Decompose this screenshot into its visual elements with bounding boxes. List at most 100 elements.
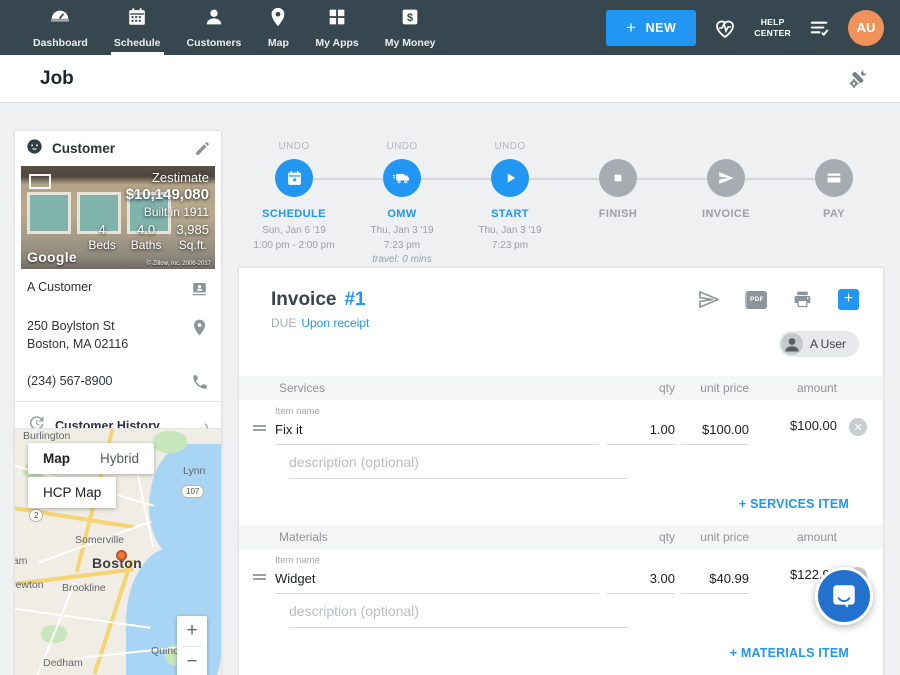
activity-list-icon[interactable] — [808, 16, 831, 39]
undo-omw-button[interactable]: UNDO — [386, 141, 417, 153]
dashboard-icon — [49, 6, 71, 33]
services-section-title: Services — [279, 381, 599, 395]
new-button-label: NEW — [646, 21, 677, 35]
undo-schedule-button[interactable]: UNDO — [278, 141, 309, 153]
material-unit-price-input[interactable] — [681, 568, 749, 594]
add-services-item-link[interactable]: + SERVICES ITEM — [739, 497, 849, 511]
google-watermark: Google — [27, 249, 77, 265]
service-description-input[interactable] — [289, 451, 628, 479]
add-materials-item-link[interactable]: + MATERIALS ITEM — [730, 646, 849, 660]
map-type-map-button[interactable]: Map — [28, 443, 85, 474]
omw-step-button[interactable] — [383, 159, 421, 197]
step-datetime: Thu, Jan 3 '197:23 pm — [478, 224, 541, 253]
assignee-chip[interactable]: A User — [779, 331, 859, 357]
step-label: OMW — [387, 208, 416, 220]
invoice-due-row: DUE Upon receipt — [271, 316, 859, 330]
map-type-control: Map Hybrid — [28, 443, 154, 474]
remove-service-item-icon[interactable]: ✕ — [849, 418, 867, 436]
service-qty-input[interactable] — [607, 419, 675, 445]
zillow-copyright: © Zillow, Inc. 2006-2017 — [147, 261, 211, 267]
undo-start-button[interactable]: UNDO — [494, 141, 525, 153]
timeline-step-start: UNDO START Thu, Jan 3 '197:23 pm — [456, 133, 564, 268]
storefront-window — [27, 192, 71, 234]
map-label: Burlington — [23, 430, 70, 442]
finish-step-button[interactable] — [599, 159, 637, 197]
invoice-step-button[interactable] — [707, 159, 745, 197]
nav-right: + NEW HELP CENTER AU — [606, 0, 900, 55]
map-park — [153, 431, 187, 453]
drag-handle-icon[interactable] — [253, 423, 275, 445]
map-label: Newton — [14, 579, 44, 591]
zoom-in-button[interactable]: + — [177, 616, 207, 646]
schedule-step-button[interactable] — [275, 159, 313, 197]
send-invoice-icon[interactable] — [697, 288, 720, 311]
contact-card-icon[interactable] — [190, 279, 209, 298]
invoice-number[interactable]: #1 — [344, 289, 365, 311]
hcp-map-button[interactable]: HCP Map — [28, 477, 116, 508]
item-name-label: Item name — [275, 555, 599, 566]
map-label: ham — [14, 555, 27, 567]
nav-item-dashboard[interactable]: Dashboard — [20, 0, 101, 55]
nav-items: Dashboard Schedule Customers Map My Apps… — [0, 0, 449, 55]
phone-icon[interactable] — [191, 373, 209, 391]
due-value-link[interactable]: Upon receipt — [301, 316, 369, 330]
add-invoice-button[interactable]: + — [838, 289, 859, 310]
user-avatar[interactable]: AU — [848, 10, 884, 46]
nav-item-customers[interactable]: Customers — [174, 0, 255, 55]
built-year: Built in 1911 — [88, 205, 209, 219]
new-button[interactable]: + NEW — [606, 10, 696, 46]
start-step-button[interactable] — [491, 159, 529, 197]
chat-launcher-button[interactable] — [815, 567, 873, 625]
amount-column-header: amount — [755, 381, 837, 395]
zoom-out-button[interactable]: − — [177, 647, 207, 675]
nav-item-schedule[interactable]: Schedule — [101, 0, 174, 55]
item-name-label: Item name — [275, 406, 599, 417]
help-center-line1: HELP — [754, 17, 791, 28]
print-icon[interactable] — [792, 289, 813, 310]
service-item-row: Item name $100.00 ✕ — [239, 400, 883, 445]
calendar-icon — [285, 169, 304, 188]
invoice-header: Invoice #1 PDF + DUE Upon receipt A User — [239, 268, 883, 376]
stat-sqft: 3,985Sq.ft. — [176, 222, 209, 252]
materials-section-title: Materials — [279, 530, 599, 544]
job-timeline: UNDO SCHEDULE Sun, Jan 6 '191:00 pm - 2:… — [240, 133, 888, 268]
top-navigation: Dashboard Schedule Customers Map My Apps… — [0, 0, 900, 55]
stat-baths: 4.0Baths — [131, 222, 162, 252]
property-stats: 4Beds 4.0Baths 3,985Sq.ft. — [88, 222, 209, 252]
assignee-avatar-icon — [781, 333, 803, 355]
money-icon: $ — [399, 6, 421, 33]
help-center-button[interactable]: HELP CENTER — [754, 17, 791, 38]
job-location-marker[interactable] — [116, 550, 127, 561]
due-label: DUE — [271, 316, 296, 330]
nav-item-label: My Apps — [315, 37, 358, 49]
location-pin-icon[interactable] — [190, 318, 209, 337]
job-settings-icon[interactable] — [846, 67, 870, 91]
service-unit-price-input[interactable] — [681, 419, 749, 445]
step-label: PAY — [823, 208, 845, 220]
map-card[interactable]: Burlington Lynn Somerville ham Boston Ne… — [14, 428, 222, 675]
nav-item-map[interactable]: Map — [254, 0, 302, 55]
nav-item-my-apps[interactable]: My Apps — [302, 0, 371, 55]
drag-handle-icon[interactable] — [253, 572, 275, 594]
customer-name-row: A Customer — [15, 269, 221, 308]
stat-beds: 4Beds — [88, 222, 115, 252]
service-item-name-input[interactable] — [275, 419, 599, 445]
pay-step-button[interactable] — [815, 159, 853, 197]
material-description-input[interactable] — [289, 600, 628, 628]
customers-icon — [203, 6, 225, 33]
customer-address: 250 Boylston StBoston, MA 02116 — [27, 318, 128, 353]
nav-item-label: Schedule — [114, 37, 161, 49]
customer-address-row: 250 Boylston StBoston, MA 02116 — [15, 308, 221, 363]
streetview-photo-icon[interactable] — [29, 174, 51, 189]
health-heart-icon[interactable] — [713, 16, 737, 40]
nav-item-my-money[interactable]: $ My Money — [372, 0, 449, 55]
material-qty-input[interactable] — [607, 568, 675, 594]
nav-item-label: Dashboard — [33, 37, 88, 49]
pdf-icon[interactable]: PDF — [745, 291, 767, 309]
nav-item-label: My Money — [385, 37, 436, 49]
edit-customer-icon[interactable] — [194, 140, 211, 157]
qty-column-header: qty — [607, 381, 675, 395]
map-type-hybrid-button[interactable]: Hybrid — [85, 443, 154, 474]
customer-card-header: Customer — [15, 131, 221, 166]
material-item-name-input[interactable] — [275, 568, 599, 594]
